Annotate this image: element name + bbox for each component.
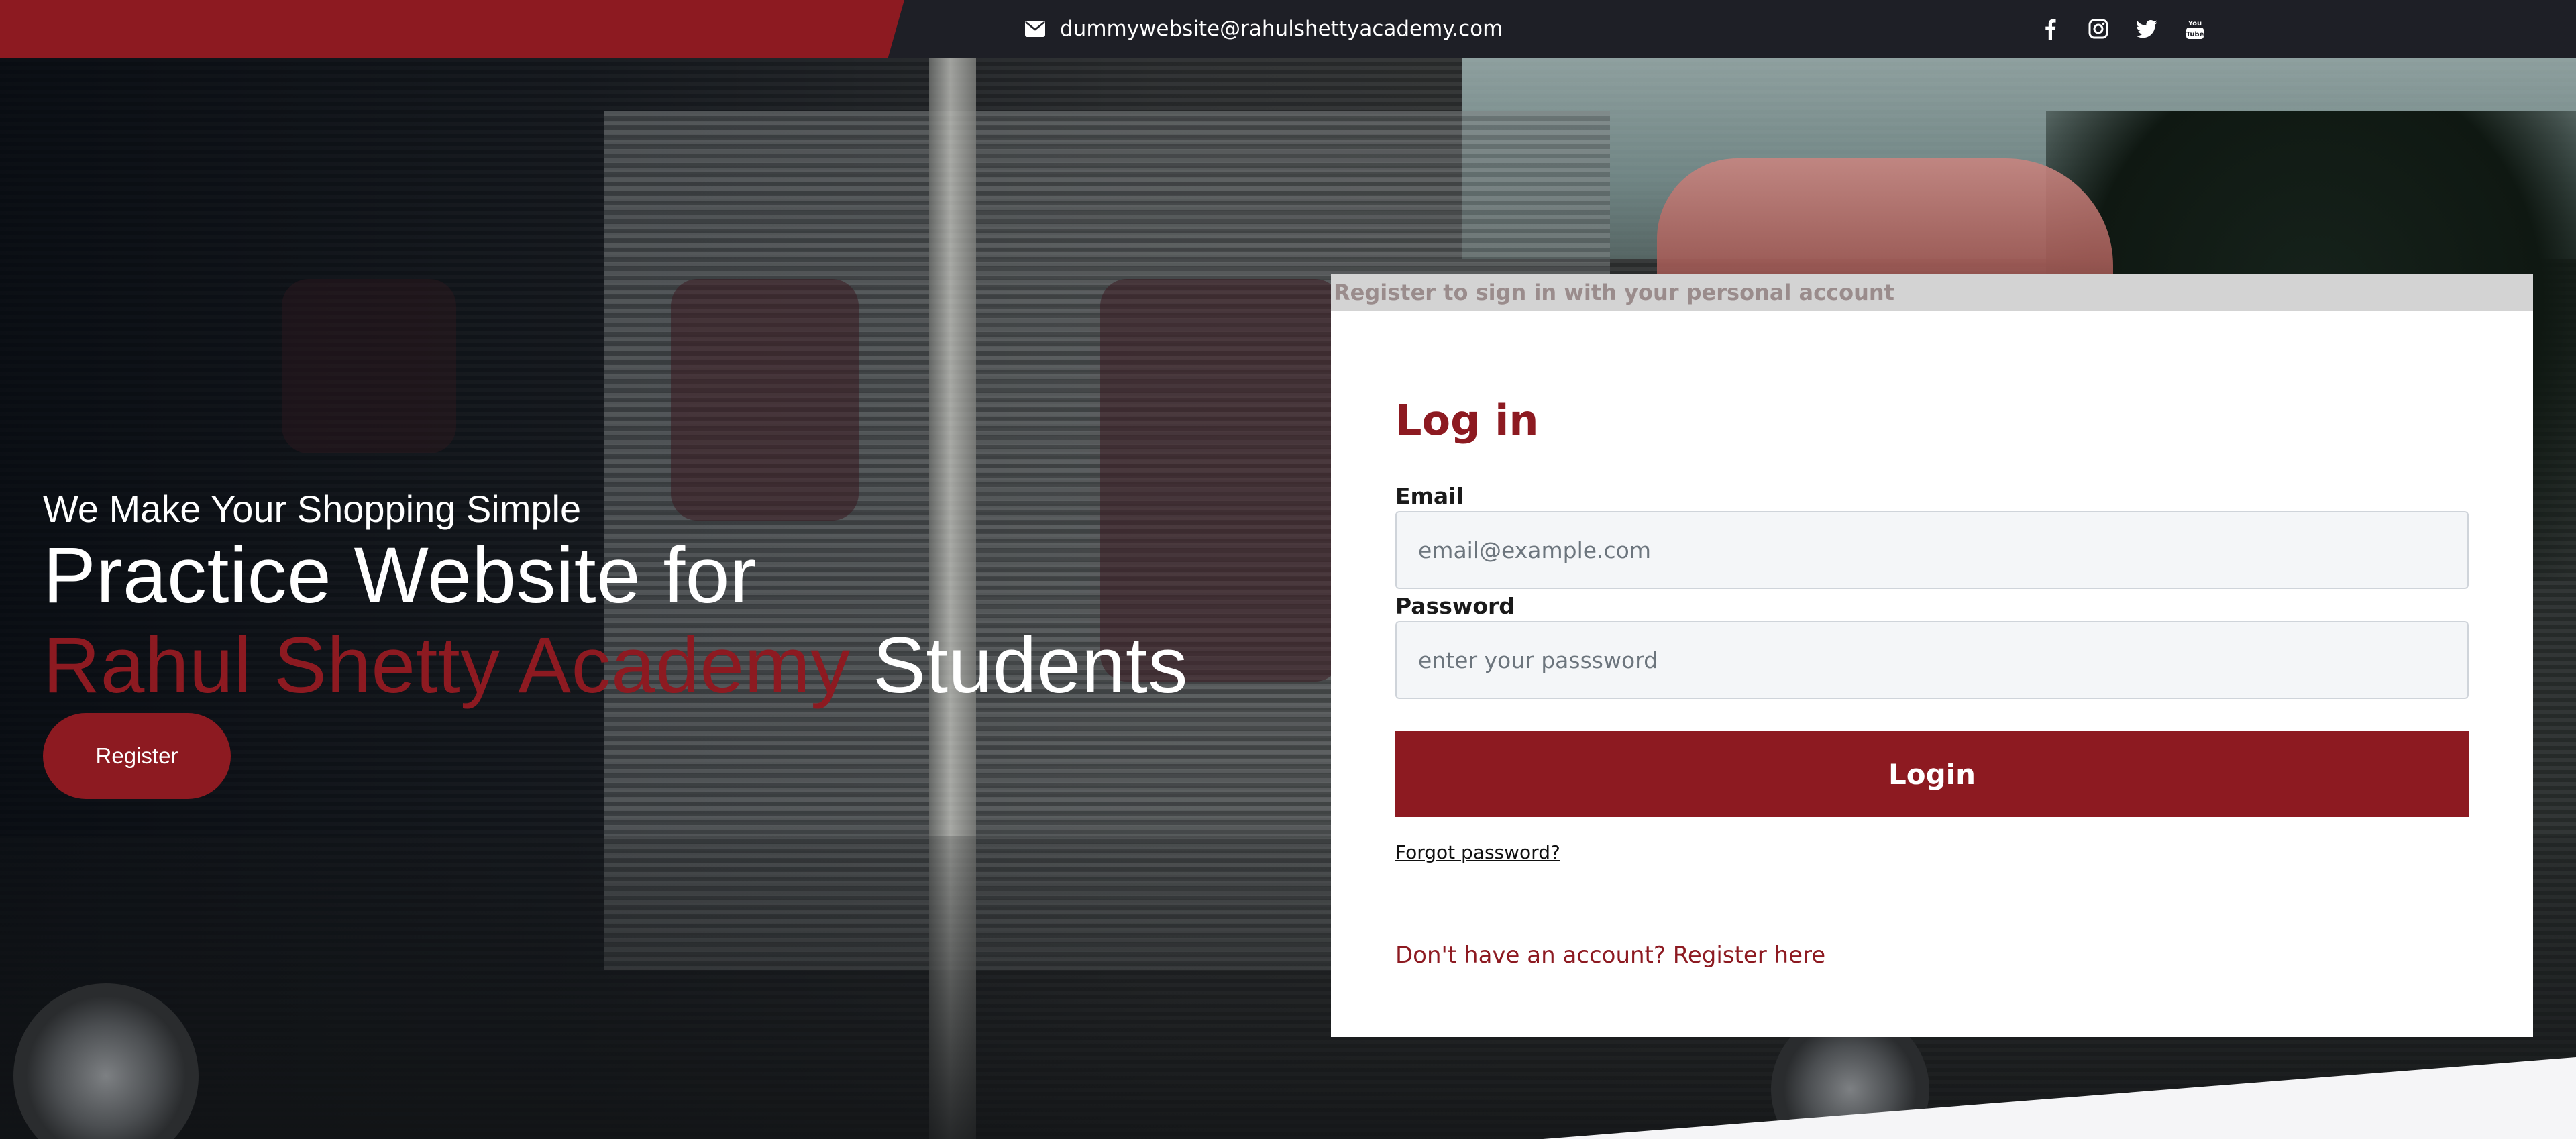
top-bar: dummywebsite@rahulshettyacademy.com You (0, 0, 2576, 58)
login-banner-text: Register to sign in with your personal a… (1334, 280, 1894, 305)
top-bar-accent (0, 0, 904, 58)
password-field[interactable] (1395, 621, 2469, 699)
hero-glyph (671, 279, 859, 521)
contact-email: dummywebsite@rahulshettyacademy.com (1025, 0, 1503, 58)
hero-text: We Make Your Shopping Simple Practice We… (43, 488, 1318, 710)
email-label: Email (1395, 483, 1464, 509)
youtube-icon[interactable]: You Tube (2184, 18, 2206, 40)
login-title: Log in (1395, 396, 1539, 445)
hero-headline-accent: Rahul Shetty Academy (43, 621, 851, 710)
envelope-icon (1025, 21, 1045, 37)
email-field[interactable] (1395, 511, 2469, 589)
twitter-icon[interactable] (2136, 18, 2157, 40)
svg-text:You: You (2188, 20, 2202, 28)
social-links: You Tube (2039, 0, 2206, 58)
login-card: Log in Email Password Login Forgot passw… (1331, 311, 2533, 1037)
instagram-icon[interactable] (2088, 18, 2109, 40)
hero-tagline: We Make Your Shopping Simple (43, 488, 582, 530)
hero-headline-part2: Students (850, 621, 1188, 710)
facebook-icon[interactable] (2039, 18, 2061, 40)
hero-glyph (282, 279, 456, 453)
contact-email-text: dummywebsite@rahulshettyacademy.com (1060, 17, 1503, 41)
login-button[interactable]: Login (1395, 731, 2469, 817)
forgot-password-link[interactable]: Forgot password? (1395, 841, 1560, 863)
hero-headline-part1: Practice Website for (43, 531, 757, 620)
svg-text:Tube: Tube (2186, 31, 2204, 38)
login-banner: Register to sign in with your personal a… (1331, 274, 2533, 311)
password-label: Password (1395, 593, 1515, 619)
hero-headline: Practice Website for Rahul Shetty Academ… (43, 531, 1318, 710)
hero-register-button[interactable]: Register (43, 713, 231, 799)
register-here-link[interactable]: Don't have an account? Register here (1395, 942, 1825, 969)
